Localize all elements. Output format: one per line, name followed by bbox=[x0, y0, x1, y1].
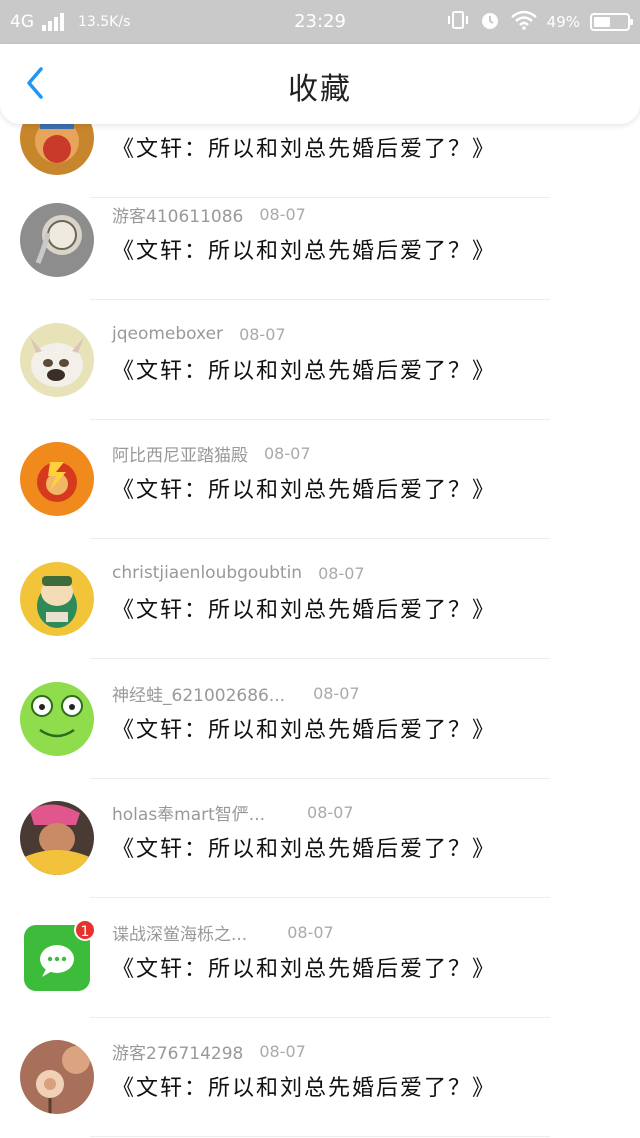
divider bbox=[90, 897, 550, 898]
user-name[interactable]: 神经蛙_621002686... bbox=[112, 681, 285, 706]
notification-badge: 1 bbox=[74, 919, 96, 941]
item-title: 《文轩：所以和刘总先婚后爱了？》 bbox=[112, 478, 497, 503]
item-date: 08-07 bbox=[313, 683, 360, 703]
item-meta: jqeomeboxer 08-07 bbox=[112, 323, 286, 345]
item-date: 08-07 bbox=[239, 324, 286, 344]
divider bbox=[90, 299, 550, 300]
item-meta: holas奉mart智俨... 08-07 bbox=[112, 800, 354, 825]
user-name[interactable]: christjiaenloubgoubtin bbox=[112, 563, 302, 583]
nav-bar: 收藏 bbox=[0, 44, 640, 124]
list-item[interactable]: 阿比西尼亚踏猫殿 08-07 《文轩：所以和刘总先婚后爱了？》 bbox=[0, 420, 640, 539]
item-meta: 阿比西尼亚踏猫殿 08-07 bbox=[112, 441, 311, 466]
user-name[interactable]: 游客410611086 bbox=[112, 202, 243, 227]
chat-app-avatar[interactable]: 1 bbox=[24, 919, 96, 991]
item-meta: 神经蛙_621002686... 08-07 bbox=[112, 681, 360, 706]
list-item[interactable]: 游客276714298 08-07 《文轩：所以和刘总先婚后爱了？》 bbox=[0, 1018, 640, 1137]
list-item[interactable]: christjiaenloubgoubtin 08-07 《文轩：所以和刘总先婚… bbox=[0, 540, 640, 659]
item-date: 08-07 bbox=[259, 204, 306, 224]
user-name[interactable]: 游客276714298 bbox=[112, 1039, 243, 1064]
item-title: 《文轩：所以和刘总先婚后爱了？》 bbox=[112, 837, 497, 862]
person-photo-avatar[interactable] bbox=[20, 801, 94, 875]
divider bbox=[90, 538, 550, 539]
item-date: 08-07 bbox=[259, 1041, 306, 1061]
item-date: 08-07 bbox=[307, 802, 354, 822]
page-title: 收藏 bbox=[288, 72, 352, 107]
item-title: 《文轩：所以和刘总先婚后爱了？》 bbox=[112, 957, 497, 982]
item-title: 《文轩：所以和刘总先婚后爱了？》 bbox=[112, 718, 497, 743]
item-date: 08-07 bbox=[264, 443, 311, 463]
item-meta: 游客410611086 08-07 bbox=[112, 202, 306, 227]
divider bbox=[90, 1136, 550, 1137]
bulldog-avatar[interactable] bbox=[20, 323, 94, 397]
list-item[interactable]: 1 谍战深鲎海栎之... 08-07 《文轩：所以和刘总先婚后爱了？》 bbox=[0, 899, 640, 1018]
list-item[interactable]: 游客410611086 08-07 《文轩：所以和刘总先婚后爱了？》 bbox=[0, 181, 640, 300]
user-name[interactable]: 阿比西尼亚踏猫殿 bbox=[112, 441, 248, 466]
item-meta: 游客276714298 08-07 bbox=[112, 1039, 306, 1064]
item-title: 《文轩：所以和刘总先婚后爱了？》 bbox=[112, 137, 497, 162]
flower-photo-avatar[interactable] bbox=[20, 1040, 94, 1114]
divider bbox=[90, 658, 550, 659]
flash-hero-avatar[interactable] bbox=[20, 442, 94, 516]
item-title: 《文轩：所以和刘总先婚后爱了？》 bbox=[112, 239, 497, 264]
back-button[interactable] bbox=[10, 60, 60, 110]
item-title: 《文轩：所以和刘总先婚后爱了？》 bbox=[112, 1076, 497, 1101]
cartoon-character-avatar[interactable] bbox=[20, 562, 94, 636]
chevron-left-icon bbox=[23, 65, 47, 105]
item-title: 《文轩：所以和刘总先婚后爱了？》 bbox=[112, 359, 497, 384]
frog-avatar[interactable] bbox=[20, 682, 94, 756]
item-date: 08-07 bbox=[287, 922, 334, 942]
user-name[interactable]: holas奉mart智俨... bbox=[112, 800, 265, 825]
item-meta: christjiaenloubgoubtin 08-07 bbox=[112, 562, 365, 584]
list-item[interactable]: jqeomeboxer 08-07 《文轩：所以和刘总先婚后爱了？》 bbox=[0, 301, 640, 420]
item-date: 08-07 bbox=[318, 563, 365, 583]
user-name[interactable]: jqeomeboxer bbox=[112, 324, 223, 344]
item-title: 《文轩：所以和刘总先婚后爱了？》 bbox=[112, 598, 497, 623]
list-item[interactable]: 神经蛙_621002686... 08-07 《文轩：所以和刘总先婚后爱了？》 bbox=[0, 660, 640, 779]
list-item[interactable]: holas奉mart智俨... 08-07 《文轩：所以和刘总先婚后爱了？》 bbox=[0, 779, 640, 898]
pocket-watch-avatar[interactable] bbox=[20, 203, 94, 277]
user-name[interactable]: 谍战深鲎海栎之... bbox=[112, 920, 247, 945]
item-meta: 谍战深鲎海栎之... 08-07 bbox=[112, 920, 334, 945]
favorites-list[interactable]: 《文轩：所以和刘总先婚后爱了？》 游客410611086 08-07 《文轩：所… bbox=[0, 0, 640, 1138]
